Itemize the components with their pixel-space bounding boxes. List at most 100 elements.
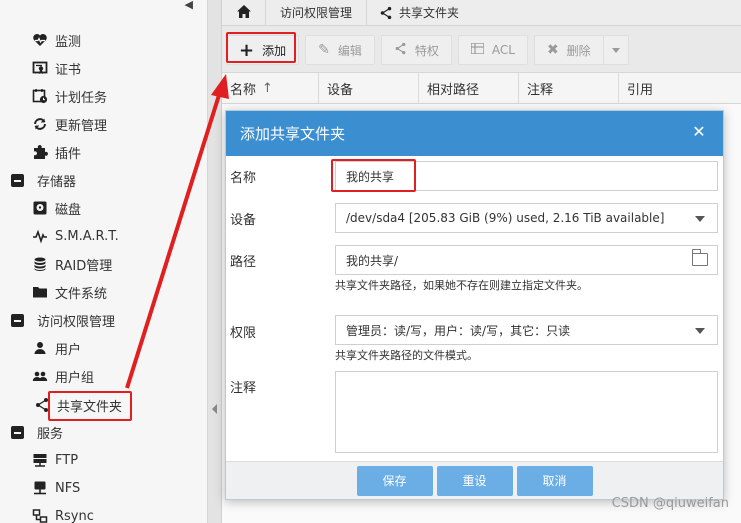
acl-button-label: ACL (491, 43, 515, 57)
dialog-header: 添加共享文件夹 ✕ (226, 111, 723, 156)
sidebar-item-label: RAID管理 (55, 258, 113, 274)
column-header-device[interactable]: 设备 (319, 73, 419, 103)
add-button[interactable]: + 添加 (226, 35, 300, 65)
sidebar-item-label: 监测 (55, 34, 82, 50)
acl-button[interactable]: ACL (457, 35, 528, 65)
column-label: 设备 (327, 82, 354, 98)
sidebar-item-label: Rsync (55, 508, 94, 523)
sidebar-item-disks[interactable]: 磁盘 (32, 194, 81, 222)
column-label: 相对路径 (427, 82, 480, 98)
name-field[interactable]: 我的共享 (335, 161, 718, 191)
breadcrumb-home[interactable] (222, 0, 266, 26)
privileges-button[interactable]: 特权 (380, 35, 452, 65)
sort-asc-icon: ↑ (262, 80, 273, 96)
privileges-button-label: 特权 (414, 43, 439, 58)
add-shared-folder-dialog: 添加共享文件夹 ✕ 名称 我的共享 设备 /dev/sda4 [205.83 G… (225, 110, 724, 500)
sidebar-item-users[interactable]: 用户 (32, 334, 81, 362)
edit-button[interactable]: ✎ 编辑 (305, 35, 375, 65)
toolbar: + 添加 ✎ 编辑 特权 ACL ✖ 删除 (222, 30, 741, 70)
sidebar-item-groups[interactable]: 用户组 (32, 362, 94, 390)
name-label: 名称 (230, 171, 257, 186)
sidebar-item-shared-folders[interactable]: 共享文件夹 (34, 391, 122, 419)
path-field[interactable]: 我的共享/ (335, 245, 718, 275)
sidebar-item-label: 计划任务 (55, 90, 108, 106)
sidebar-item-label: 更新管理 (55, 118, 108, 134)
network-icon (32, 480, 48, 496)
sidebar-item-raid[interactable]: RAID管理 (32, 250, 112, 278)
breadcrumb-label: 共享文件夹 (399, 6, 460, 20)
sidebar-group-label: 访问权限管理 (37, 314, 116, 330)
collapse-minus-icon[interactable] (9, 172, 25, 188)
column-header-relative-path[interactable]: 相对路径 (419, 73, 519, 103)
folder-icon (32, 284, 48, 300)
path-hint: 共享文件夹路径，如果她不存在则建立指定文件夹。 (335, 279, 588, 292)
delete-button[interactable]: ✖ 删除 (533, 35, 603, 65)
breadcrumb-label: 访问权限管理 (280, 6, 353, 20)
collapse-minus-icon[interactable] (9, 424, 25, 440)
add-button-label: 添加 (262, 43, 287, 58)
sidebar-item-scheduled-tasks[interactable]: 计划任务 (32, 82, 107, 110)
close-icon: ✖ (546, 42, 559, 58)
folder-open-icon[interactable] (691, 249, 708, 266)
sidebar-item-monitoring[interactable]: 监测 (32, 26, 81, 54)
sidebar-group-access-rights[interactable]: 访问权限管理 (9, 306, 115, 334)
device-label: 设备 (230, 213, 257, 228)
collapse-arrow-icon[interactable] (212, 404, 217, 414)
share-icon (394, 42, 407, 59)
dialog-body: 名称 我的共享 设备 /dev/sda4 [205.83 GiB (9%) us… (226, 156, 723, 462)
server-icon (32, 452, 48, 468)
sidebar-collapse-icon[interactable]: ◀ (185, 0, 193, 11)
sidebar-item-rsync[interactable]: Rsync (32, 502, 94, 523)
permissions-select[interactable]: 管理员：读/写，用户：读/写，其它：只读 (335, 315, 718, 345)
breadcrumb-item-access-rights[interactable]: 访问权限管理 (266, 0, 368, 26)
sidebar-item-label: FTP (55, 452, 79, 468)
delete-button-label: 删除 (566, 43, 591, 58)
sync-icon (32, 508, 48, 523)
dialog-title: 添加共享文件夹 (240, 125, 346, 143)
collapse-minus-icon[interactable] (9, 312, 25, 328)
sidebar-item-label: NFS (55, 480, 81, 496)
column-header-references[interactable]: 引用 (619, 73, 741, 103)
sidebar-item-update-management[interactable]: 更新管理 (32, 110, 107, 138)
column-header-comment[interactable]: 注释 (519, 73, 619, 103)
sidebar-item-label: 文件系统 (55, 286, 108, 302)
save-button[interactable]: 保存 (356, 465, 433, 496)
sidebar-item-filesystems[interactable]: 文件系统 (32, 278, 107, 306)
sidebar-group-storage[interactable]: 存储器 (9, 166, 76, 194)
sidebar-item-ftp[interactable]: FTP (32, 446, 78, 474)
permissions-hint: 共享文件夹路径的文件模式。 (335, 349, 478, 362)
heartbeat-icon (32, 32, 48, 48)
reset-button[interactable]: 重设 (436, 465, 513, 496)
puzzle-icon (32, 144, 48, 160)
comment-label: 注释 (230, 381, 257, 396)
device-select[interactable]: /dev/sda4 [205.83 GiB (9%) used, 2.16 Ti… (335, 203, 718, 233)
delete-dropdown-button[interactable] (602, 35, 629, 65)
sidebar-item-plugins[interactable]: 插件 (32, 138, 81, 166)
cancel-button[interactable]: 取消 (516, 465, 593, 496)
close-icon[interactable]: ✕ (691, 124, 707, 140)
path-label: 路径 (230, 255, 257, 270)
chevron-down-icon (611, 47, 620, 53)
sidebar-item-certificates[interactable]: 证书 (32, 54, 81, 82)
sidebar-item-nfs[interactable]: NFS (32, 474, 80, 502)
share-icon (34, 397, 50, 413)
sidebar-item-smart[interactable]: S.M.A.R.T. (32, 222, 119, 250)
sidebar-item-label: 用户组 (55, 370, 95, 386)
watermark: CSDN @qiuweifan (611, 496, 729, 511)
sidebar-item-label: 用户 (55, 342, 82, 358)
column-header-name[interactable]: 名称 ↑ (222, 73, 319, 103)
column-label: 引用 (627, 82, 654, 98)
breadcrumb-item-shared-folders[interactable]: 共享文件夹 (367, 0, 471, 26)
certificate-icon (32, 60, 48, 76)
database-icon (32, 256, 48, 272)
user-icon (32, 340, 48, 356)
sidebar-group-label: 服务 (37, 426, 64, 442)
sidebar-item-label: S.M.A.R.T. (55, 228, 119, 244)
name-field-value: 我的共享 (346, 169, 395, 184)
sidebar-group-label: 存储器 (37, 174, 77, 190)
disk-icon (32, 200, 48, 216)
comment-textarea[interactable] (335, 371, 718, 453)
sidebar-splitter[interactable] (208, 0, 222, 523)
column-label: 名称 (230, 82, 257, 98)
sidebar-group-services[interactable]: 服务 (9, 418, 63, 446)
